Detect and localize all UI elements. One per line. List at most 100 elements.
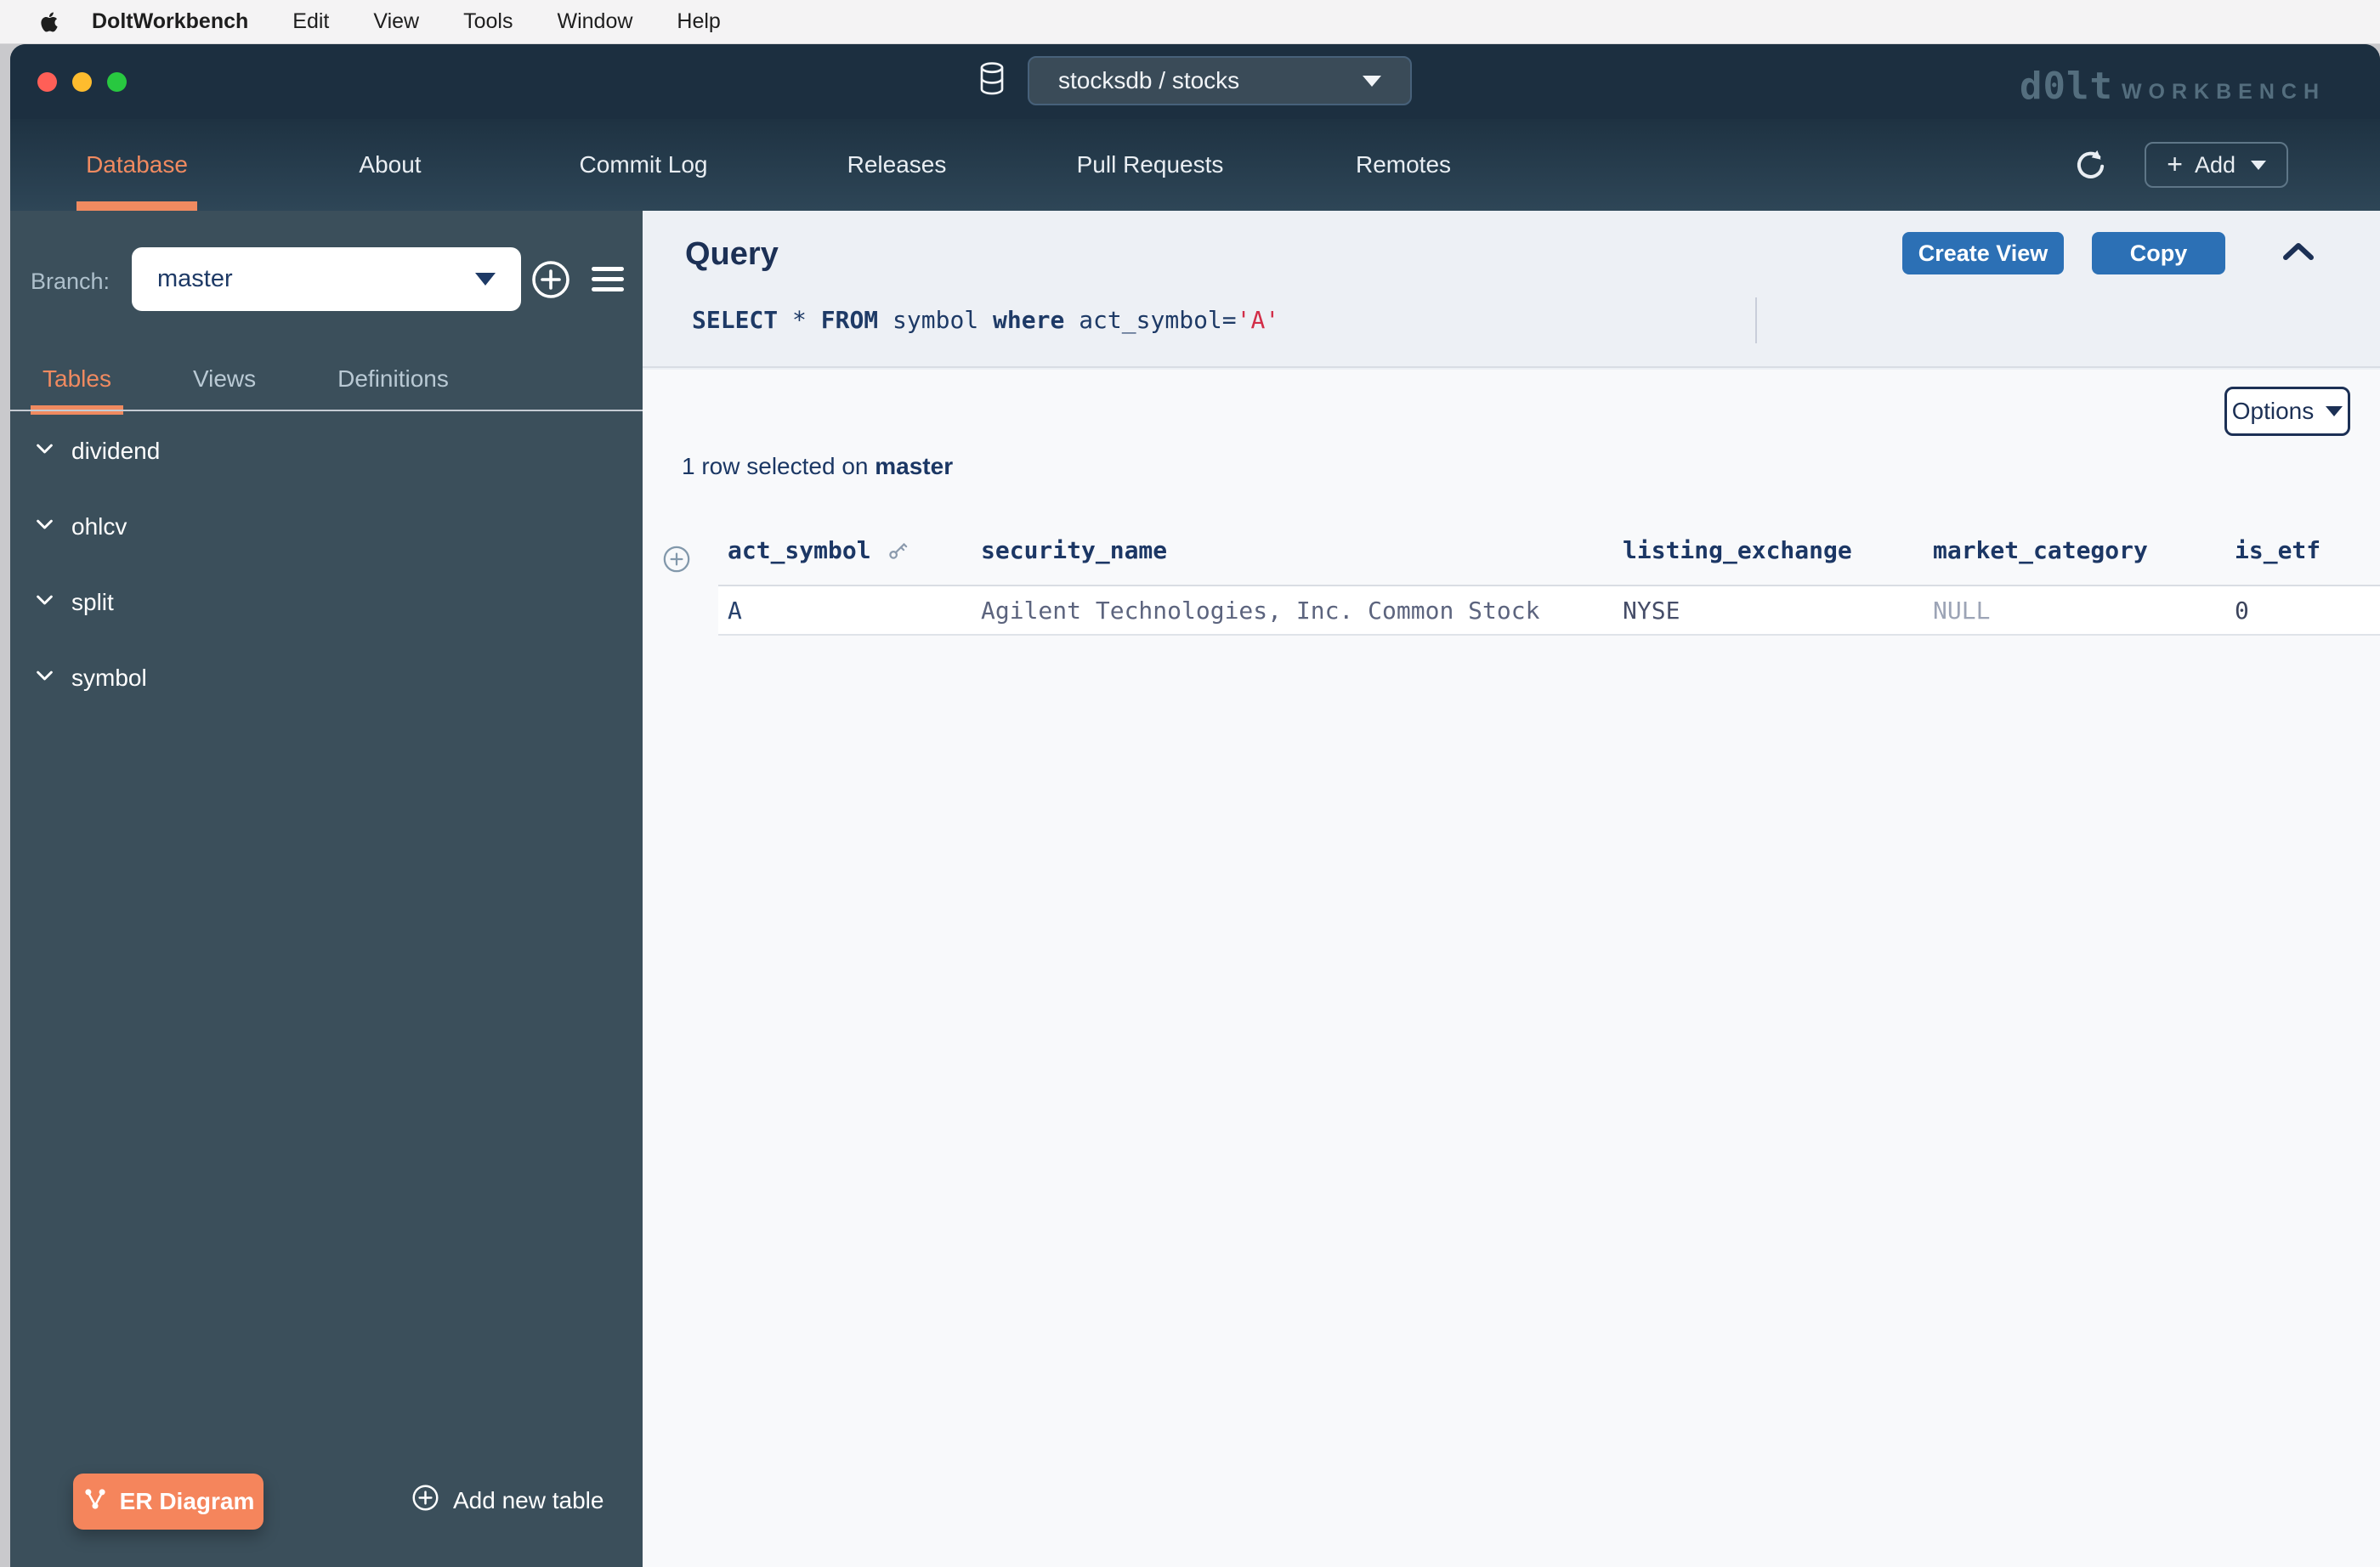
add-button-label: Add	[2194, 151, 2236, 178]
sql-token: *	[792, 306, 821, 334]
chevron-up-icon[interactable]	[2280, 239, 2317, 269]
add-new-table-label: Add new table	[453, 1487, 604, 1513]
sql-token: act_symbol=	[1079, 306, 1237, 334]
chevron-down-icon[interactable]	[33, 588, 56, 617]
branch-selector-dropdown[interactable]: master	[132, 247, 521, 311]
status-prefix: 1 row selected on	[682, 453, 876, 479]
dolt-workbench-logo: d0lt WORKBENCH	[2020, 65, 2326, 108]
sidebar-divider	[10, 410, 643, 411]
menubar-item-tools[interactable]: Tools	[463, 9, 513, 34]
database-icon	[978, 61, 1006, 100]
plus-circle-icon	[411, 1484, 439, 1518]
sql-string-literal: 'A'	[1236, 306, 1280, 334]
query-section: Query SELECT * FROM symbol where act_sym…	[643, 211, 2380, 368]
table-item-symbol[interactable]: symbol	[10, 640, 643, 716]
chevron-down-icon	[2326, 406, 2343, 416]
branch-label: Branch:	[31, 269, 110, 294]
nav-tab-pull-requests[interactable]: Pull Requests	[1023, 119, 1277, 211]
primary-key-icon	[885, 538, 910, 563]
cell-act-symbol[interactable]: A	[718, 597, 981, 625]
database-selector-dropdown[interactable]: stocksdb / stocks	[1028, 56, 1412, 105]
branch-menu-icon[interactable]	[592, 267, 624, 291]
table-item-ohlcv[interactable]: ohlcv	[10, 489, 643, 564]
results-table-header: act_symbol security_name listing_exchang…	[718, 516, 2380, 586]
chevron-down-icon[interactable]	[33, 512, 56, 541]
plus-icon: +	[2167, 148, 2183, 179]
column-header-is-etf[interactable]: is_etf	[2235, 536, 2380, 564]
macos-menubar: DoltWorkbench Edit View Tools Window Hel…	[0, 0, 2380, 44]
chevron-down-icon[interactable]	[33, 437, 56, 466]
query-editor-cursor	[1755, 297, 1757, 343]
menubar-item-view[interactable]: View	[373, 9, 419, 34]
cell-is-etf[interactable]: 0	[2235, 597, 2380, 625]
window-titlebar: stocksdb / stocks d0lt WORKBENCH	[10, 44, 2380, 119]
sql-keyword: FROM	[820, 306, 893, 334]
zoom-window-button[interactable]	[107, 72, 127, 92]
sidebar-tab-views[interactable]: Views	[193, 365, 256, 393]
minimize-window-button[interactable]	[72, 72, 92, 92]
add-button[interactable]: + Add	[2145, 142, 2288, 188]
nav-tab-database[interactable]: Database	[10, 119, 264, 211]
sidebar-tabs: Tables Views Definitions	[10, 348, 643, 415]
sql-query-text[interactable]: SELECT * FROM symbol where act_symbol='A…	[692, 306, 1279, 334]
logo-suffix-text: WORKBENCH	[2121, 80, 2326, 104]
close-window-button[interactable]	[37, 72, 57, 92]
chevron-down-icon[interactable]	[33, 664, 56, 693]
cell-listing-exchange[interactable]: NYSE	[1623, 597, 1933, 625]
column-header-act-symbol[interactable]: act_symbol	[718, 536, 981, 564]
sidebar: Branch: master Tables Views Definitions	[10, 211, 643, 1567]
er-diagram-icon	[82, 1486, 108, 1518]
create-view-button[interactable]: Create View	[1902, 232, 2064, 274]
cell-market-category[interactable]: NULL	[1933, 597, 2235, 625]
er-diagram-button[interactable]: ER Diagram	[73, 1474, 264, 1530]
chevron-down-icon	[2251, 160, 2266, 170]
nav-tab-commit-log[interactable]: Commit Log	[517, 119, 770, 211]
branch-selector-value: master	[157, 265, 233, 292]
add-new-table-button[interactable]: Add new table	[411, 1484, 604, 1518]
menubar-item-window[interactable]: Window	[557, 9, 632, 34]
table-item-label: split	[71, 588, 114, 615]
database-selector-value: stocksdb / stocks	[1058, 67, 1240, 93]
table-item-split[interactable]: split	[10, 564, 643, 640]
top-navbar: Database About Commit Log Releases Pull …	[10, 119, 2380, 211]
table-item-dividend[interactable]: dividend	[10, 413, 643, 489]
menubar-item-help[interactable]: Help	[677, 9, 720, 34]
traffic-lights	[37, 72, 127, 92]
options-button-label: Options	[2231, 398, 2315, 424]
query-title: Query	[685, 236, 779, 272]
column-header-listing-exchange[interactable]: listing_exchange	[1623, 536, 1933, 564]
cell-security-name[interactable]: Agilent Technologies, Inc. Common Stock	[981, 597, 1623, 625]
options-button[interactable]: Options	[2224, 387, 2350, 436]
column-header-security-name[interactable]: security_name	[981, 536, 1623, 564]
table-list: dividend ohlcv split symbol	[10, 413, 643, 716]
results-table: act_symbol security_name listing_exchang…	[718, 516, 2380, 636]
add-row-button[interactable]	[662, 545, 691, 574]
nav-tab-remotes[interactable]: Remotes	[1277, 119, 1530, 211]
chevron-down-icon	[475, 273, 496, 286]
er-diagram-label: ER Diagram	[119, 1488, 255, 1514]
sidebar-tab-definitions[interactable]: Definitions	[337, 365, 449, 393]
results-section: Options 1 row selected on master act_sym…	[643, 370, 2380, 1567]
menubar-app-name[interactable]: DoltWorkbench	[92, 9, 248, 34]
nav-tab-releases[interactable]: Releases	[770, 119, 1023, 211]
table-item-label: ohlcv	[71, 512, 128, 540]
chevron-down-icon	[1363, 75, 1381, 87]
row-selected-status: 1 row selected on master	[682, 453, 953, 480]
status-branch-name: master	[875, 453, 954, 479]
sidebar-tab-tables[interactable]: Tables	[31, 365, 123, 415]
table-item-label: symbol	[71, 664, 147, 691]
doltworkbench-window: stocksdb / stocks d0lt WORKBENCH Databas…	[10, 44, 2380, 1567]
sql-keyword: SELECT	[692, 306, 793, 334]
copy-button[interactable]: Copy	[2092, 232, 2225, 274]
logo-brand-text: d0lt	[2019, 65, 2113, 108]
new-branch-button[interactable]	[530, 259, 571, 300]
nav-tab-about[interactable]: About	[264, 119, 517, 211]
apple-logo-icon[interactable]	[39, 9, 61, 35]
menubar-item-edit[interactable]: Edit	[292, 9, 329, 34]
column-header-market-category[interactable]: market_category	[1933, 536, 2235, 564]
nav-items: Database About Commit Log Releases Pull …	[10, 119, 2380, 211]
sql-keyword: where	[993, 306, 1080, 334]
refresh-icon[interactable]	[2073, 147, 2109, 183]
table-row[interactable]: A Agilent Technologies, Inc. Common Stoc…	[718, 586, 2380, 636]
table-item-label: dividend	[71, 437, 161, 464]
